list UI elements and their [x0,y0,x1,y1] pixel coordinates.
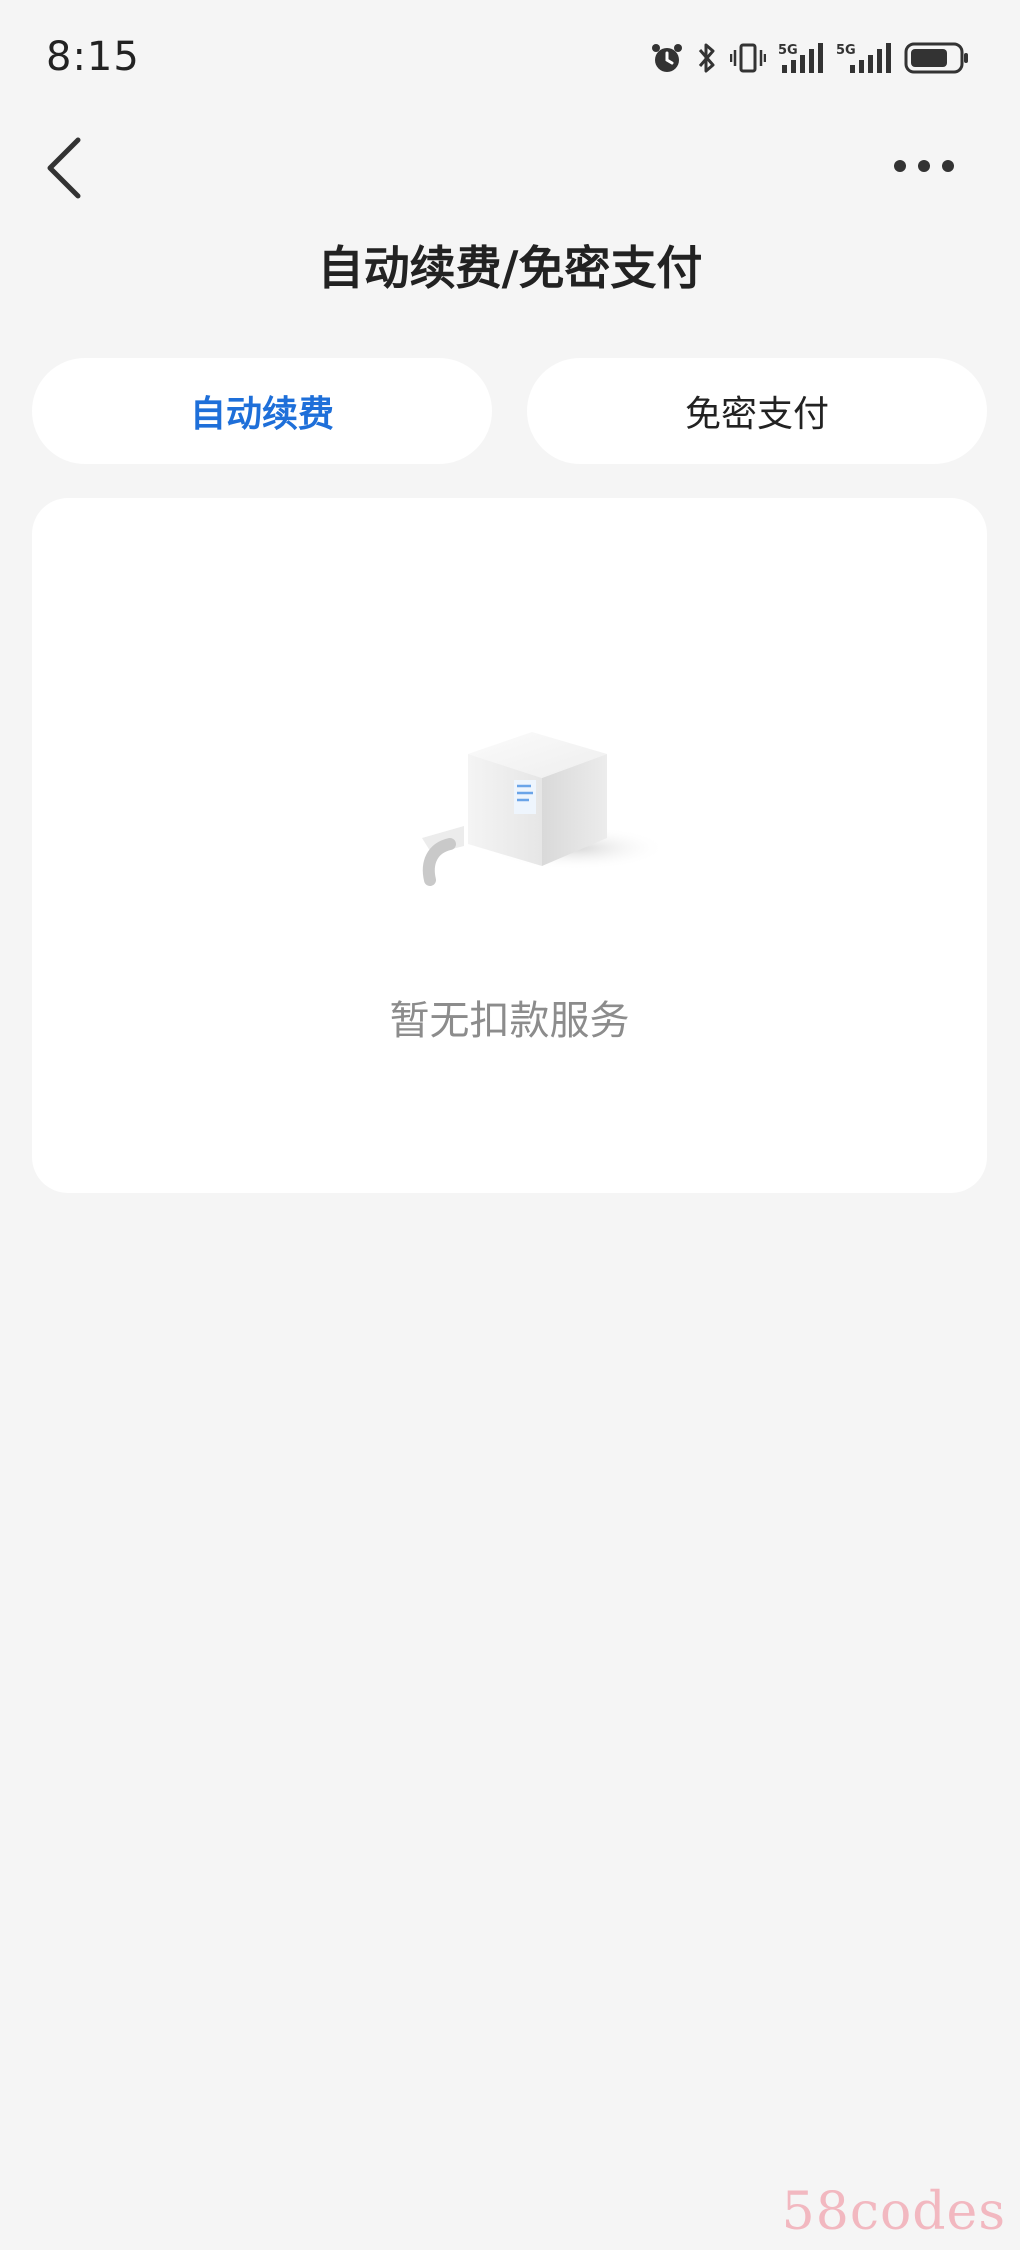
status-icons: 5G 5G [650,38,970,78]
tab-password-free-payment[interactable]: 免密支付 [527,358,987,464]
alarm-icon [650,41,684,75]
status-time: 8:15 [46,34,140,80]
content-card: 暂无扣款服务 [32,498,987,1193]
signal-5g-icon: 5G [778,41,824,75]
tab-label: 免密支付 [684,394,829,435]
svg-text:5G: 5G [836,43,856,58]
status-bar: 8:15 5G 5G [0,0,1020,110]
vibrate-icon [730,41,766,75]
bluetooth-icon [696,41,718,75]
battery-icon [904,41,970,75]
back-button[interactable] [38,130,98,206]
more-button[interactable] [888,146,960,186]
empty-box-icon [402,718,672,908]
tab-label: 自动续费 [189,394,334,435]
page-title: 自动续费/免密支付 [317,241,703,295]
svg-text:5G: 5G [778,43,798,58]
tab-auto-renewal[interactable]: 自动续费 [32,358,492,464]
watermark: 58codes [781,2182,1006,2242]
signal-5g-hd-icon: 5G [836,41,892,75]
chevron-left-icon [47,137,81,199]
empty-state-message: 暂无扣款服务 [389,998,630,1044]
more-horizontal-icon [894,160,954,172]
